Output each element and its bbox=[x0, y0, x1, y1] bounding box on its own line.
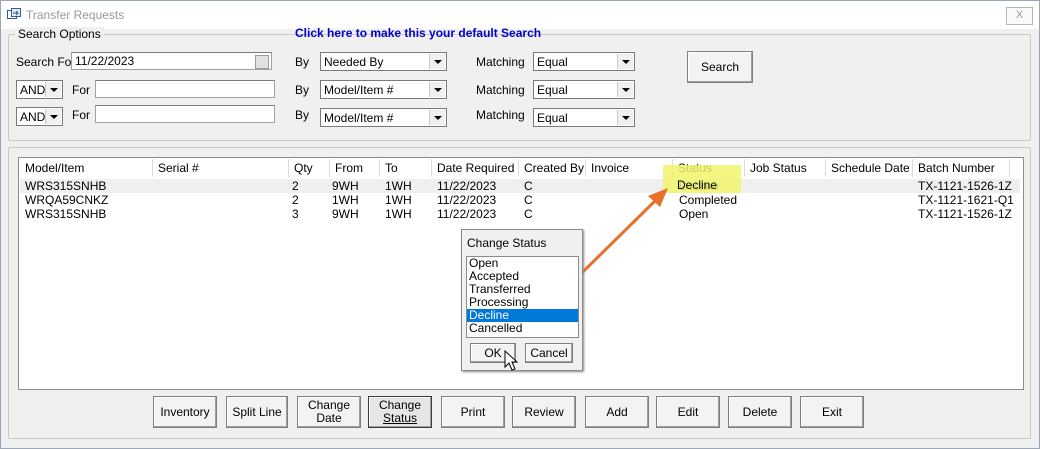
mouse-cursor-icon bbox=[504, 350, 518, 371]
dialog-title: Change Status bbox=[467, 236, 547, 250]
status-listbox[interactable]: Open Accepted Transferred Processing Dec… bbox=[466, 256, 579, 338]
change-status-dialog: Change Status Open Accepted Transferred … bbox=[461, 229, 583, 371]
annotation-arrow bbox=[535, 188, 668, 319]
dialog-cancel-button[interactable]: Cancel bbox=[525, 343, 573, 363]
status-option-cancelled[interactable]: Cancelled bbox=[467, 322, 578, 335]
